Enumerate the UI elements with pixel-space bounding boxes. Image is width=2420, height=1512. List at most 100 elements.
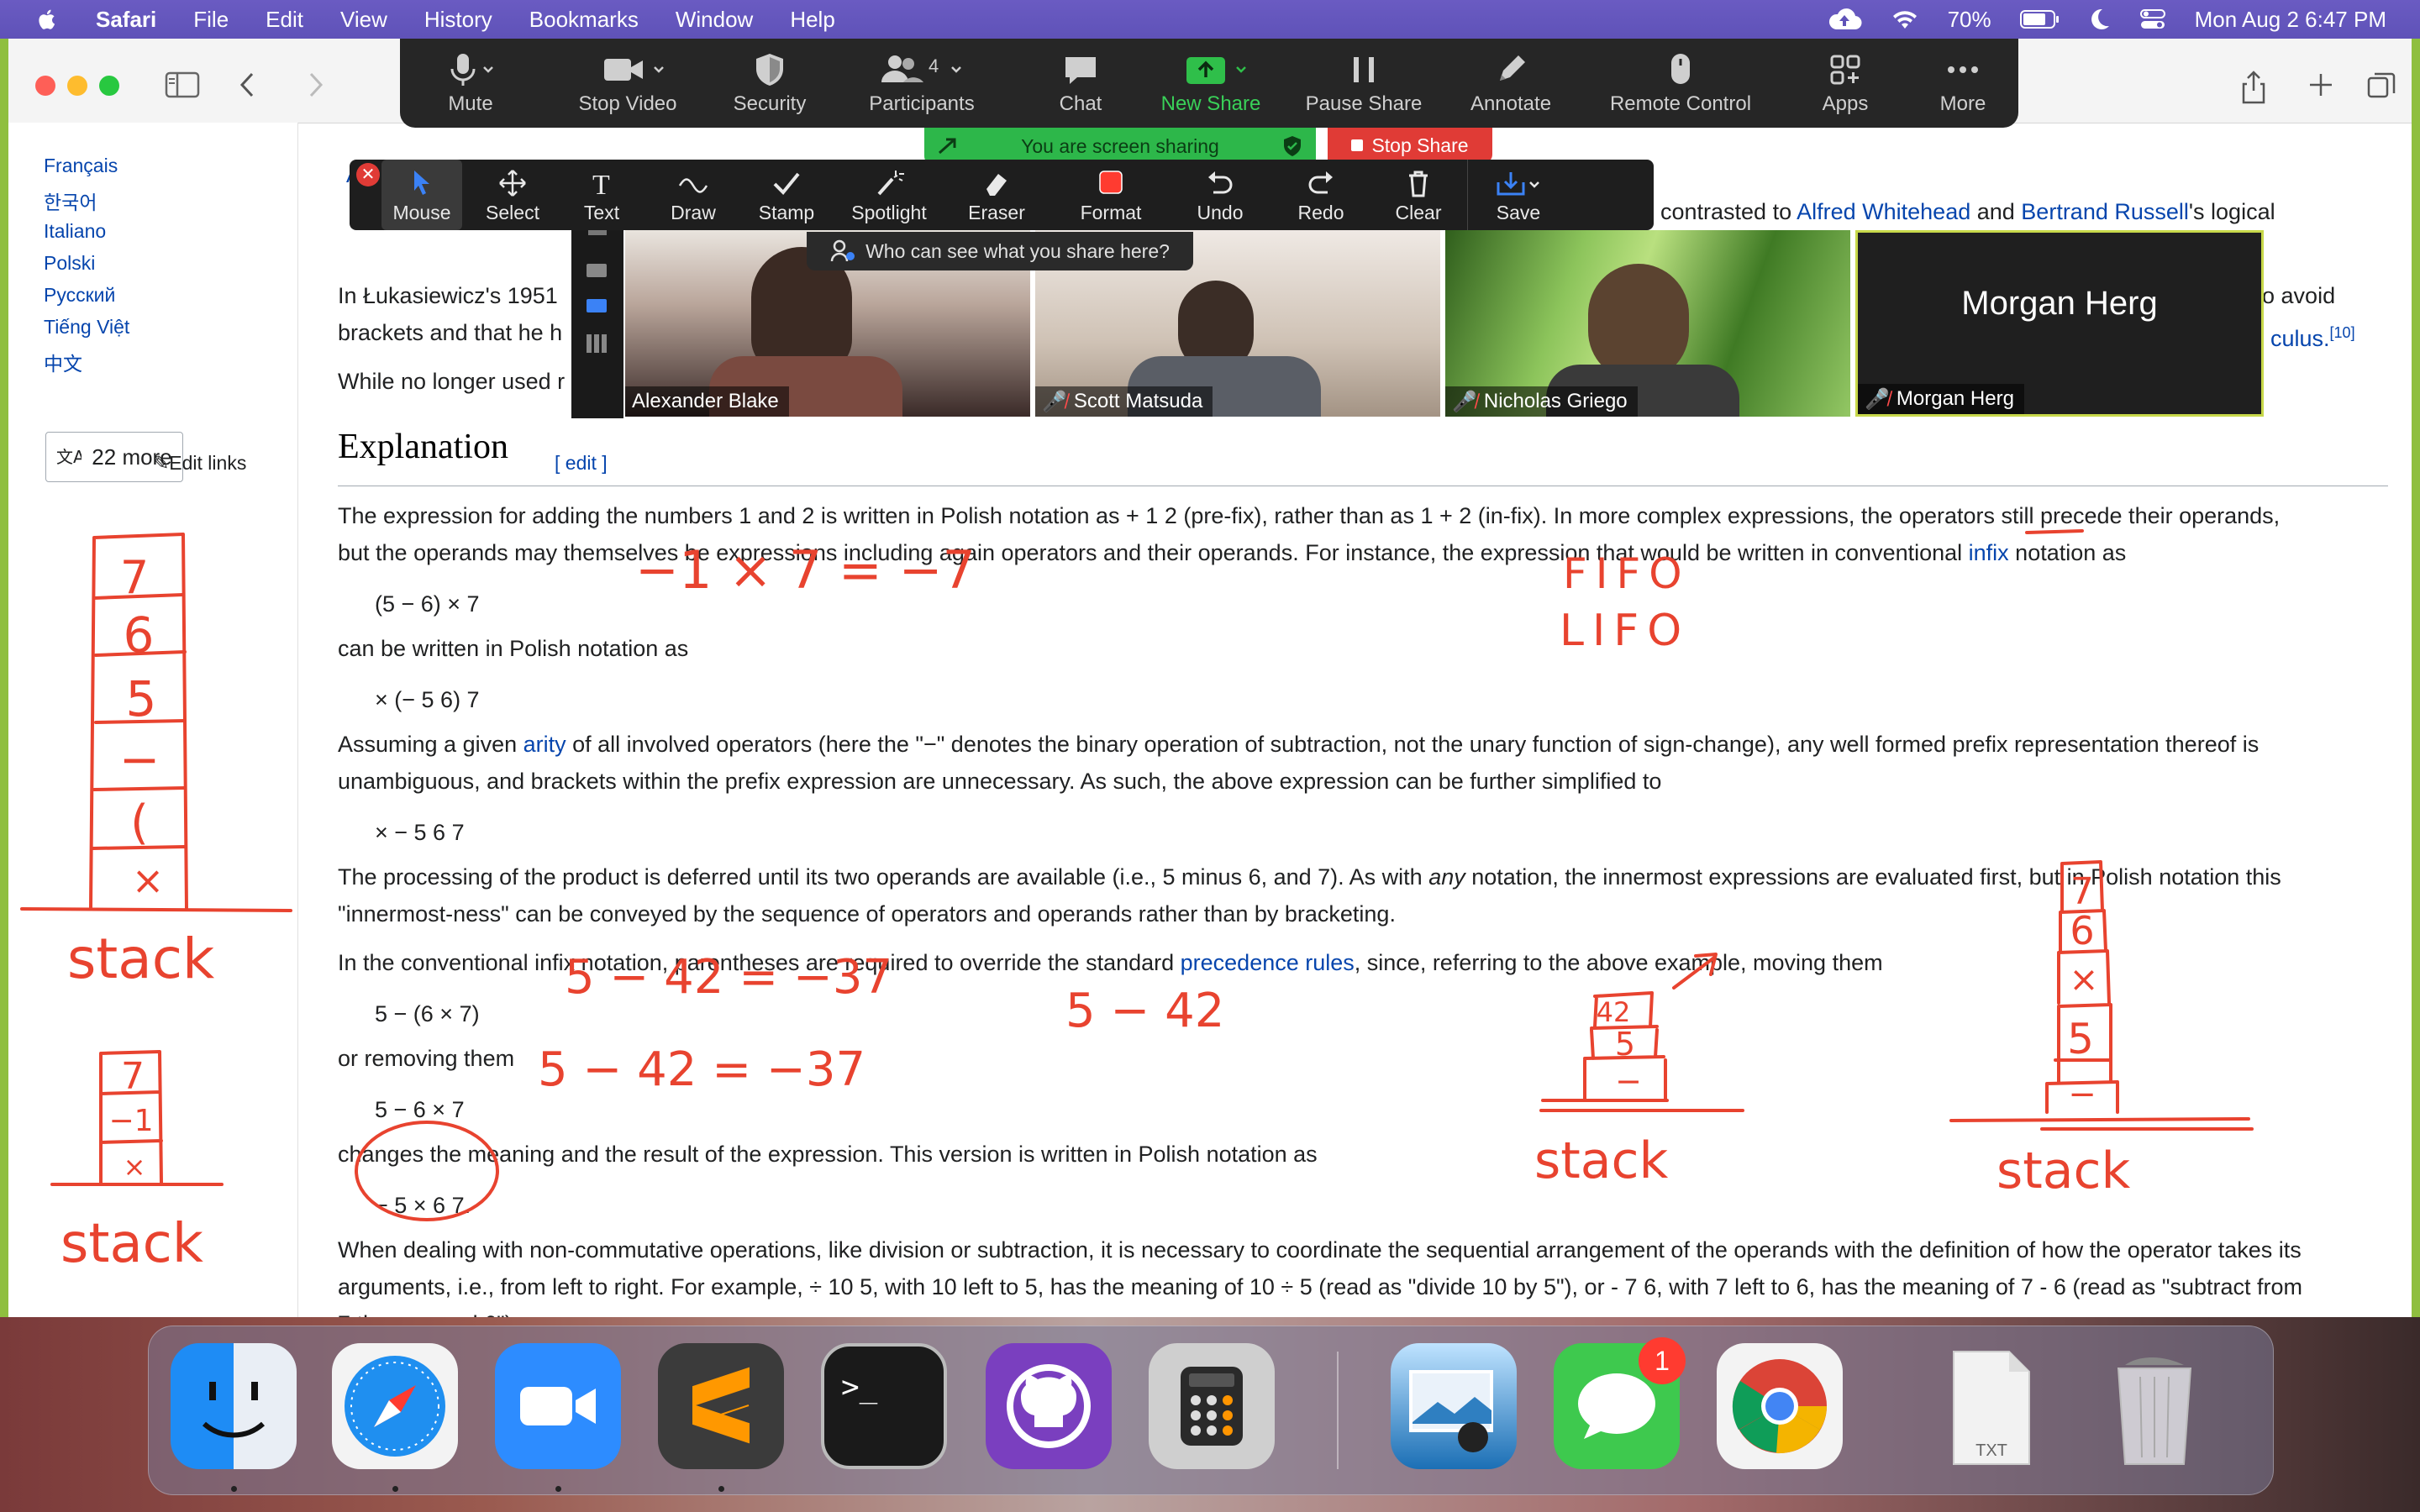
trash-icon[interactable] [2091, 1343, 2217, 1469]
lang-link[interactable]: 한국어 [44, 186, 97, 215]
new-tab-icon[interactable] [2307, 71, 2334, 99]
annotate-draw-tool[interactable]: Draw [655, 160, 731, 230]
tab-overview-icon[interactable] [2366, 71, 2396, 101]
mute-button[interactable]: Mute [429, 39, 513, 128]
annotate-spotlight-tool[interactable]: Spotlight [837, 160, 941, 230]
menu-bookmarks[interactable]: Bookmarks [529, 7, 639, 33]
view-grid-icon[interactable] [587, 334, 607, 353]
running-indicator [231, 1486, 237, 1492]
menu-view[interactable]: View [340, 7, 387, 33]
remote-control-button[interactable]: Remote Control [1580, 39, 1781, 128]
pause-share-button[interactable]: Pause Share [1301, 39, 1427, 128]
menu-clock[interactable]: Mon Aug 2 6:47 PM [2195, 7, 2386, 33]
stop-video-label: Stop Video [578, 92, 677, 115]
menu-file[interactable]: File [193, 7, 229, 33]
github-desktop-icon[interactable] [986, 1343, 1112, 1469]
annotate-redo-tool[interactable]: Redo [1287, 160, 1355, 230]
section-edit-link[interactable]: [ edit ] [555, 452, 608, 475]
annotate-button[interactable]: Annotate [1460, 39, 1561, 128]
draw-label: Draw [671, 202, 716, 223]
menu-history[interactable]: History [424, 7, 492, 33]
annotate-undo-tool[interactable]: Undo [1186, 160, 1254, 230]
link-arity[interactable]: arity [523, 732, 566, 757]
participants-icon: 4 [881, 55, 961, 82]
zoom-window-button[interactable] [99, 76, 119, 96]
battery-icon[interactable] [2019, 9, 2060, 29]
new-share-button[interactable]: New Share [1156, 39, 1265, 128]
paragraph-no-longer: While no longer used r [338, 369, 566, 394]
txt-file-icon[interactable]: TXT [1928, 1343, 2054, 1469]
close-window-button[interactable] [35, 76, 55, 96]
who-can-see-button[interactable]: Who can see what you share here? [807, 232, 1193, 270]
link-calculus[interactable]: culus. [2270, 326, 2330, 351]
save-label: Save [1496, 202, 1541, 223]
shield-check-icon [1284, 136, 1301, 156]
calculator-icon[interactable] [1149, 1343, 1275, 1469]
apple-icon[interactable] [34, 6, 60, 33]
participants-button[interactable]: 4 Participants [859, 39, 985, 128]
stop-share-button[interactable]: Stop Share [1328, 128, 1492, 163]
stop-video-button[interactable]: Stop Video [565, 39, 691, 128]
edit-links-label: Edit links [169, 452, 247, 474]
sidebar-toggle-icon[interactable] [165, 71, 200, 99]
view-single-icon[interactable] [587, 264, 607, 277]
apps-button[interactable]: Apps [1803, 39, 1887, 128]
participant-name-label: 🎤̸ Nicholas Griego [1445, 386, 1638, 417]
link-whitehead[interactable]: Alfred Whitehead [1797, 199, 1970, 224]
text-span: and [1970, 199, 2022, 224]
annotate-save-tool[interactable]: Save [1467, 160, 1569, 230]
back-icon[interactable] [237, 71, 259, 99]
link-infix[interactable]: infix [1969, 540, 2009, 565]
zoom-icon[interactable] [495, 1343, 621, 1469]
annotate-format-tool[interactable]: Format [1069, 160, 1153, 230]
stop-share-label: Stop Share [1371, 134, 1469, 156]
video-tile-off[interactable]: Morgan Herg 🎤̸ Morgan Herg [1855, 230, 2264, 417]
chat-button[interactable]: Chat [1039, 39, 1123, 128]
safari-icon[interactable] [332, 1343, 458, 1469]
cloud-upload-icon[interactable] [1827, 7, 1862, 32]
moon-icon[interactable] [2089, 8, 2111, 31]
annotation-close-icon[interactable]: ✕ [356, 163, 380, 186]
squiggle-icon [678, 178, 708, 193]
lang-link[interactable]: Русский [44, 284, 115, 307]
view-strip-icon[interactable] [587, 299, 607, 312]
lang-link[interactable]: Français [44, 155, 118, 177]
sublime-text-icon[interactable] [658, 1343, 784, 1469]
link-russell[interactable]: Bertrand Russell [2021, 199, 2189, 224]
video-tile[interactable]: 🎤̸ Nicholas Griego [1445, 230, 1850, 417]
finder-icon[interactable] [171, 1343, 297, 1469]
text-span: The processing of the product is deferre… [338, 864, 1429, 890]
reference-link[interactable]: [10] [2330, 324, 2355, 341]
lang-link[interactable]: Tiếng Việt [44, 316, 129, 339]
preview-icon[interactable] [1391, 1343, 1517, 1469]
annotate-text-tool[interactable]: T Text [568, 160, 635, 230]
menu-window[interactable]: Window [676, 7, 753, 33]
menu-help[interactable]: Help [790, 7, 834, 33]
annotate-clear-tool[interactable]: Clear [1385, 160, 1452, 230]
terminal-icon[interactable]: >_ [821, 1343, 947, 1469]
edit-links[interactable]: ✎Edit links [153, 452, 246, 475]
menu-edit[interactable]: Edit [266, 7, 303, 33]
annotate-mouse-tool[interactable]: Mouse [381, 160, 462, 230]
link-precedence-rules[interactable]: precedence rules [1181, 950, 1355, 975]
lang-link[interactable]: Polski [44, 252, 95, 275]
spotlight-icon [877, 171, 904, 196]
mouse-icon [1671, 54, 1690, 84]
app-name[interactable]: Safari [96, 7, 156, 33]
annotate-eraser-tool[interactable]: Eraser [955, 160, 1039, 230]
control-center-icon[interactable] [2139, 8, 2166, 31]
menu-bar: Safari File Edit View History Bookmarks … [0, 0, 2420, 39]
annotate-select-tool[interactable]: Select [472, 160, 553, 230]
annotate-stamp-tool[interactable]: Stamp [744, 160, 829, 230]
lang-link[interactable]: Italiano [44, 220, 106, 243]
select-label: Select [486, 202, 539, 223]
lang-link[interactable]: 中文 [44, 348, 82, 376]
share-screen-icon [1186, 57, 1246, 84]
more-button[interactable]: More [1921, 39, 2005, 128]
wifi-icon[interactable] [1891, 8, 1919, 30]
forward-icon[interactable] [304, 71, 326, 99]
security-button[interactable]: Security [719, 39, 820, 128]
share-icon[interactable] [2240, 71, 2267, 104]
minimize-window-button[interactable] [67, 76, 87, 96]
chrome-icon[interactable] [1717, 1343, 1843, 1469]
